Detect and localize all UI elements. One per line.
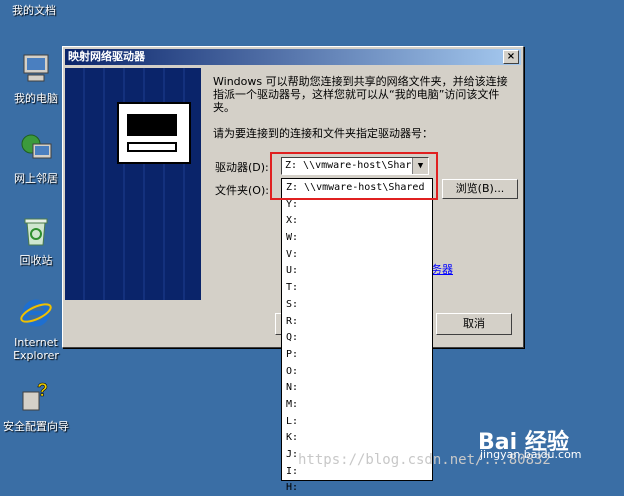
connect-server-link[interactable]: 务器 — [431, 261, 453, 277]
internet-explorer-icon — [20, 299, 52, 327]
wizard-banner — [65, 68, 201, 300]
network-drive-icon — [117, 102, 191, 164]
drive-select[interactable]: Z: \\vmware-host\Shar ▼ — [281, 157, 429, 175]
recycle-bin-icon — [24, 218, 48, 246]
security-wizard-icon: ? — [22, 380, 48, 411]
dropdown-item-n[interactable]: N: — [282, 379, 432, 396]
dropdown-item-u[interactable]: U: — [282, 262, 432, 279]
watermark-url-start: https://blog.csdn.ne — [298, 452, 467, 468]
dropdown-item-v[interactable]: V: — [282, 246, 432, 263]
dropdown-item-m[interactable]: M: — [282, 396, 432, 413]
close-button[interactable]: × — [503, 50, 519, 64]
desktop-icon-my-documents[interactable]: 我的文档 — [0, 4, 74, 17]
dropdown-item-r[interactable]: R: — [282, 313, 432, 330]
desktop-icon-label: 我的文档 — [12, 4, 56, 17]
dropdown-item-s[interactable]: S: — [282, 296, 432, 313]
dialog-description: Windows 可以帮助您连接到共享的网络文件夹，并给该连接指派一个驱动器号，这… — [213, 75, 508, 114]
dialog-content: Windows 可以帮助您连接到共享的网络文件夹，并给该连接指派一个驱动器号，这… — [213, 75, 513, 114]
dropdown-item-q[interactable]: Q: — [282, 329, 432, 346]
drive-inner — [127, 114, 177, 136]
dropdown-item-o[interactable]: O: — [282, 363, 432, 380]
dropdown-item-w[interactable]: W: — [282, 229, 432, 246]
browse-button[interactable]: 浏览(B)... — [442, 179, 518, 199]
folder-label: 文件夹(O): — [215, 184, 269, 197]
dropdown-item-h[interactable]: H: — [282, 479, 432, 496]
dialog-titlebar[interactable]: 映射网络驱动器 × — [65, 49, 521, 65]
brand-subtitle: jingyan.baidu.com — [480, 448, 582, 461]
drive-dropdown-list[interactable]: Z: \\vmware-host\Shared Y: X: W: V: U: T… — [281, 178, 433, 493]
desktop-icon-security-wizard[interactable]: ? 安全配置向导 — [0, 380, 76, 433]
dropdown-item-p[interactable]: P: — [282, 346, 432, 363]
drive-select-value: Z: \\vmware-host\Shar — [285, 160, 412, 171]
dropdown-item-k[interactable]: K: — [282, 429, 432, 446]
close-icon: × — [506, 51, 516, 62]
desktop-icon-label: 安全配置向导 — [3, 420, 69, 433]
dropdown-item-x[interactable]: X: — [282, 212, 432, 229]
drive-label: 驱动器(D): — [215, 161, 269, 174]
svg-text:?: ? — [37, 380, 48, 400]
dropdown-item-z[interactable]: Z: \\vmware-host\Shared — [282, 179, 432, 196]
dropdown-item-l[interactable]: L: — [282, 413, 432, 430]
dialog-title: 映射网络驱动器 — [68, 50, 145, 63]
dialog-prompt: 请为要连接到的连接和文件夹指定驱动器号： — [213, 127, 433, 140]
drive-slot — [127, 142, 177, 152]
dropdown-item-t[interactable]: T: — [282, 279, 432, 296]
dropdown-arrow-icon[interactable]: ▼ — [412, 158, 428, 174]
network-icon — [21, 134, 52, 159]
computer-icon — [23, 54, 49, 82]
cancel-button[interactable]: 取消 — [436, 313, 512, 335]
dropdown-item-y[interactable]: Y: — [282, 196, 432, 213]
